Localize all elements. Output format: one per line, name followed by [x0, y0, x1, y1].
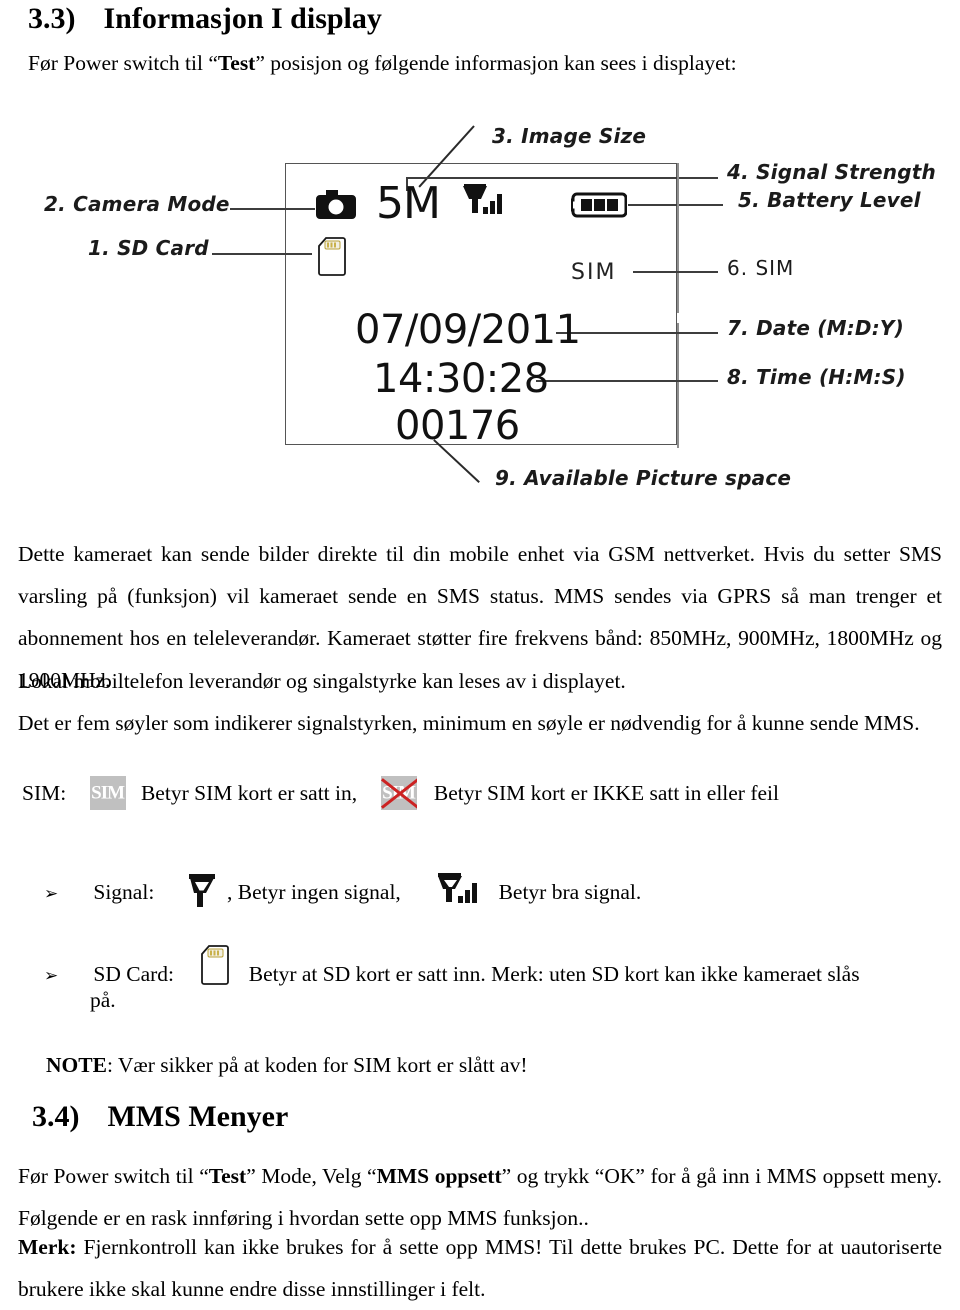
section-3-3-intro: Før Power switch til “Test” posisjon og … [28, 42, 938, 84]
note-line: NOTE: Vær sikker på at koden for SIM kor… [46, 1053, 528, 1078]
leader-camera-mode [230, 208, 315, 210]
no-signal-icon [188, 873, 216, 915]
callout-signal-strength: 4. Signal Strength [727, 160, 936, 184]
bracket-spine-vertical [677, 163, 679, 313]
sd-card-icon [318, 237, 346, 282]
intro-bold-test: Test [217, 51, 256, 75]
callout-camera-mode: 2. Camera Mode [44, 192, 230, 216]
section-3-3-title: Informasjon I display [103, 2, 382, 35]
intro-prefix: Før Power switch til “ [28, 51, 218, 75]
leader-sd-card [212, 253, 312, 255]
p1-bold-test: Test [208, 1164, 247, 1188]
sim-legend-ok-text: Betyr SIM kort er satt in, [140, 781, 358, 805]
callout-image-size: 3. Image Size [492, 124, 647, 148]
lcd-picture-space-value: 00176 [395, 403, 520, 449]
section-3-4-paragraph-2: Merk: Fjernkontroll kan ikke brukes for … [18, 1226, 942, 1310]
bracket-spine-vertical-2 [677, 323, 679, 448]
merk-label: Merk: [18, 1235, 77, 1259]
callout-battery-level: 5. Battery Level [738, 188, 921, 212]
lcd-time-value: 14:30:28 [373, 356, 549, 402]
note-text: : Vær sikker på at koden for SIM kort er… [106, 1053, 528, 1077]
sd-card-legend-continuation: på. [90, 988, 116, 1012]
lcd-sim-label: SIM [571, 260, 617, 285]
p1-c: ” Mode, Velg “ [246, 1164, 377, 1188]
signal-legend-no-signal-text: , Betyr ingen signal, [227, 879, 401, 904]
callout-date: 7. Date (M:D:Y) [727, 316, 904, 340]
merk-text: Fjernkontroll kan ikke brukes for å sett… [18, 1235, 942, 1301]
section-3-3-number: 3.3) [28, 2, 76, 35]
display-info-figure: 2. Camera Mode 1. SD Card 3. Image Size … [0, 108, 960, 508]
note-label: NOTE [46, 1053, 107, 1077]
p1-bold-mms-oppsett: MMS oppsett [376, 1164, 502, 1188]
leader-signal-strength [406, 177, 718, 179]
bullet-arrow-icon-sd: ➢ [44, 966, 59, 986]
signal-legend-line: ➢ Signal: , Betyr ingen signal, Betyr br… [44, 872, 944, 916]
section-3-4-title: MMS Menyer [107, 1100, 289, 1133]
signal-legend-prefix: Signal: [93, 879, 155, 904]
section-3-3-heading: 3.3) Informasjon I display [28, 2, 382, 36]
p1-a: Før Power switch til “ [18, 1164, 209, 1188]
sim-legend-prefix: SIM: [22, 781, 67, 805]
sd-card-inline-icon [201, 945, 230, 993]
sim-ok-icon-text: SIM [91, 782, 125, 804]
paragraph-local-operator: Lokal mobiltelefon leverandør og singals… [18, 669, 626, 693]
sd-card-legend-line: ➢ SD Card: Betyr at SD kort er satt inn.… [44, 945, 944, 993]
callout-sim: 6. SIM [727, 256, 795, 280]
sim-legend-line: SIM: SIM Betyr SIM kort er satt in, SIM … [22, 776, 942, 810]
leader-time [536, 380, 718, 382]
battery-level-icon [570, 190, 628, 225]
section-3-4-heading: 3.4) MMS Menyer [32, 1100, 288, 1134]
intro-suffix: ” posisjon og følgende informasjon kan s… [255, 51, 737, 75]
signal-strength-icon [461, 182, 506, 229]
image-size-value: 5M [376, 178, 441, 229]
callout-picture-space: 9. Available Picture space [495, 466, 792, 490]
sd-legend-prefix: SD Card: [93, 962, 174, 986]
sim-bad-icon: SIM [380, 776, 417, 810]
sim-legend-bad-text: Betyr SIM kort er IKKE satt in eller fei… [433, 781, 779, 805]
callout-time: 8. Time (H:M:S) [727, 365, 906, 389]
lcd-date-value: 07/09/2011 [355, 307, 581, 353]
sim-ok-icon: SIM [89, 776, 126, 810]
sd-legend-text: Betyr at SD kort er satt inn. Merk: uten… [248, 962, 860, 986]
good-signal-icon [436, 872, 481, 916]
leader-sim [633, 271, 718, 273]
leader-battery-level [628, 204, 723, 206]
section-3-4-number: 3.4) [32, 1100, 80, 1133]
camera-mode-icon [313, 186, 359, 227]
paragraph-signal-bars: Det er fem søyler som indikerer signalst… [18, 711, 920, 735]
signal-legend-good-signal-text: Betyr bra signal. [498, 879, 642, 904]
callout-sd-card: 1. SD Card [88, 236, 209, 260]
bullet-arrow-icon-signal: ➢ [44, 883, 59, 904]
